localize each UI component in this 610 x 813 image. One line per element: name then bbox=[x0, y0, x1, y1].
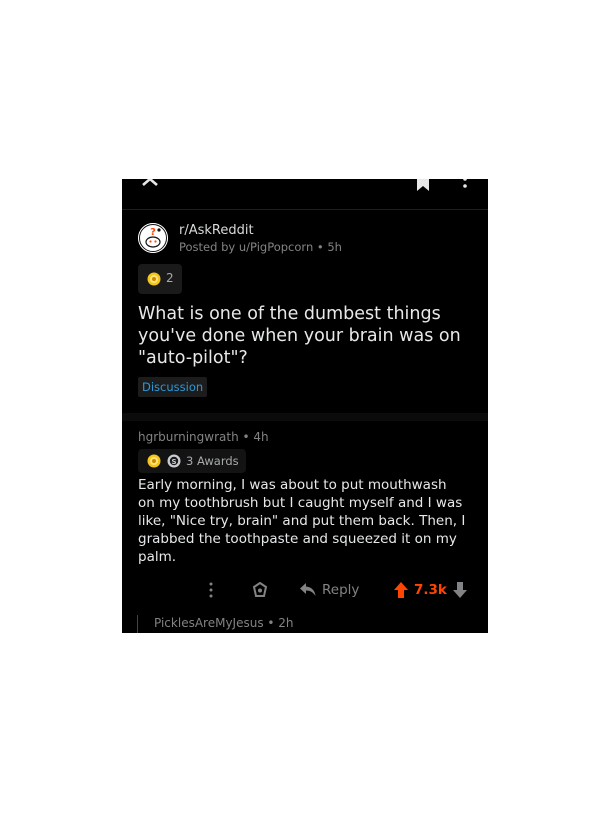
award-icon bbox=[147, 454, 161, 468]
reddit-post-view: ? r/AskReddit Posted by u/PigPopcorn • 5… bbox=[122, 179, 488, 633]
post-awards[interactable]: 2 bbox=[138, 264, 182, 294]
bookmark-icon[interactable] bbox=[416, 179, 430, 191]
svg-text:?: ? bbox=[150, 227, 156, 238]
comment-line: Early morning, I was about to put mouthw… bbox=[138, 477, 447, 493]
downvote-arrow-icon[interactable] bbox=[452, 582, 467, 598]
comment-line: like, "Nice try, brain" and put them bac… bbox=[138, 513, 466, 529]
upvote-arrow-icon[interactable] bbox=[394, 582, 408, 598]
subreddit-avatar[interactable]: ? bbox=[138, 223, 168, 253]
post-title-line: "auto-pilot"? bbox=[138, 348, 248, 368]
close-icon[interactable] bbox=[140, 179, 160, 189]
award-count: 2 bbox=[166, 271, 174, 285]
comment-author[interactable]: hgrburningwrath • 4h bbox=[138, 430, 269, 444]
reply-label: Reply bbox=[322, 582, 360, 598]
award-icon bbox=[147, 272, 161, 286]
comment-score: 7.3k bbox=[414, 582, 447, 598]
comment-line: grabbed the toothpaste and squeezed it o… bbox=[138, 531, 457, 547]
reply-arrow-icon bbox=[300, 583, 316, 596]
comment-line: on my toothbrush but I caught myself and… bbox=[138, 495, 463, 511]
reply-button[interactable]: Reply bbox=[300, 579, 359, 601]
post-meta[interactable]: Posted by u/PigPopcorn • 5h bbox=[179, 240, 342, 254]
svg-text:S: S bbox=[171, 458, 176, 466]
section-divider bbox=[122, 413, 488, 421]
more-vertical-icon[interactable] bbox=[206, 581, 216, 599]
top-bar bbox=[122, 179, 488, 210]
comment-body: Early morning, I was about to put mouthw… bbox=[138, 476, 478, 566]
silver-award-icon: S bbox=[167, 454, 181, 468]
subreddit-name[interactable]: r/AskReddit bbox=[179, 223, 254, 238]
vote-controls: 7.3k bbox=[394, 579, 467, 601]
more-vertical-icon[interactable] bbox=[460, 179, 470, 193]
post-title-line: What is one of the dumbest things bbox=[138, 304, 441, 324]
post-title[interactable]: What is one of the dumbest things you've… bbox=[138, 303, 468, 369]
comment-awards[interactable]: S 3 Awards bbox=[138, 449, 246, 473]
awards-label: 3 Awards bbox=[186, 454, 239, 468]
post-flair[interactable]: Discussion bbox=[138, 377, 208, 397]
comment-line: palm. bbox=[138, 549, 177, 565]
next-comment-author[interactable]: PicklesAreMyJesus • 2h bbox=[154, 616, 294, 630]
give-award-icon[interactable] bbox=[252, 582, 268, 598]
post-title-line: you've done when your brain was on bbox=[138, 326, 461, 346]
thread-line[interactable] bbox=[137, 615, 138, 633]
